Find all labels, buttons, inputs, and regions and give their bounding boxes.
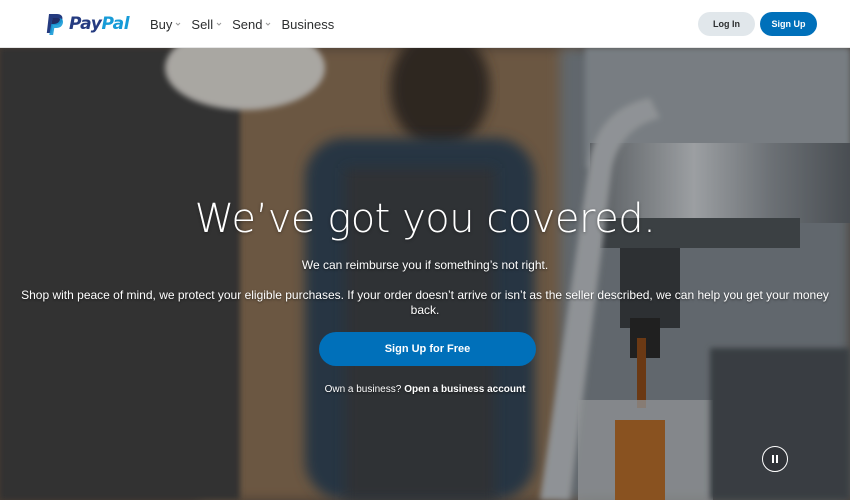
business-account-prompt: Own a business? Open a business account xyxy=(0,384,850,395)
hero-headline: We’ve got you covered. xyxy=(194,196,656,242)
chevron-down-icon xyxy=(266,22,271,26)
hero-content: We’ve got you covered. We can reimburse … xyxy=(0,48,850,500)
nav-item-label: Send xyxy=(232,16,263,32)
paypal-logo[interactable]: PayPal xyxy=(45,12,130,36)
nav-item-send[interactable]: Send xyxy=(232,17,271,32)
chevron-down-icon xyxy=(176,22,181,26)
nav-item-buy[interactable]: Buy xyxy=(150,17,181,32)
nav-item-sell[interactable]: Sell xyxy=(191,17,222,32)
login-button[interactable]: Log In xyxy=(698,12,755,36)
site-header: PayPal Buy Sell Send Business Log In Sig… xyxy=(0,0,850,48)
chevron-down-icon xyxy=(216,22,222,26)
paypal-wordmark: PayPal xyxy=(69,14,130,34)
hero-subline: We can reimburse you if something’s not … xyxy=(301,258,549,272)
hero-description: Shop with peace of mind, we protect your… xyxy=(21,288,829,317)
main-nav: Buy Sell Send Business xyxy=(150,0,344,48)
hero-section: We’ve got you covered. We can reimburse … xyxy=(0,48,850,500)
pause-icon xyxy=(772,455,778,463)
signup-button[interactable]: Sign Up xyxy=(760,12,817,36)
open-business-account-link[interactable]: Open a business account xyxy=(404,384,525,395)
business-prompt-text: Own a business? xyxy=(324,384,402,395)
signup-free-button[interactable]: Sign Up for Free xyxy=(319,332,536,366)
nav-item-business[interactable]: Business xyxy=(281,17,334,32)
nav-item-label: Sell xyxy=(191,16,214,32)
nav-item-label: Buy xyxy=(150,16,173,32)
nav-item-label: Business xyxy=(281,16,335,32)
paypal-p-icon xyxy=(46,13,64,35)
pause-video-button[interactable] xyxy=(762,446,788,472)
